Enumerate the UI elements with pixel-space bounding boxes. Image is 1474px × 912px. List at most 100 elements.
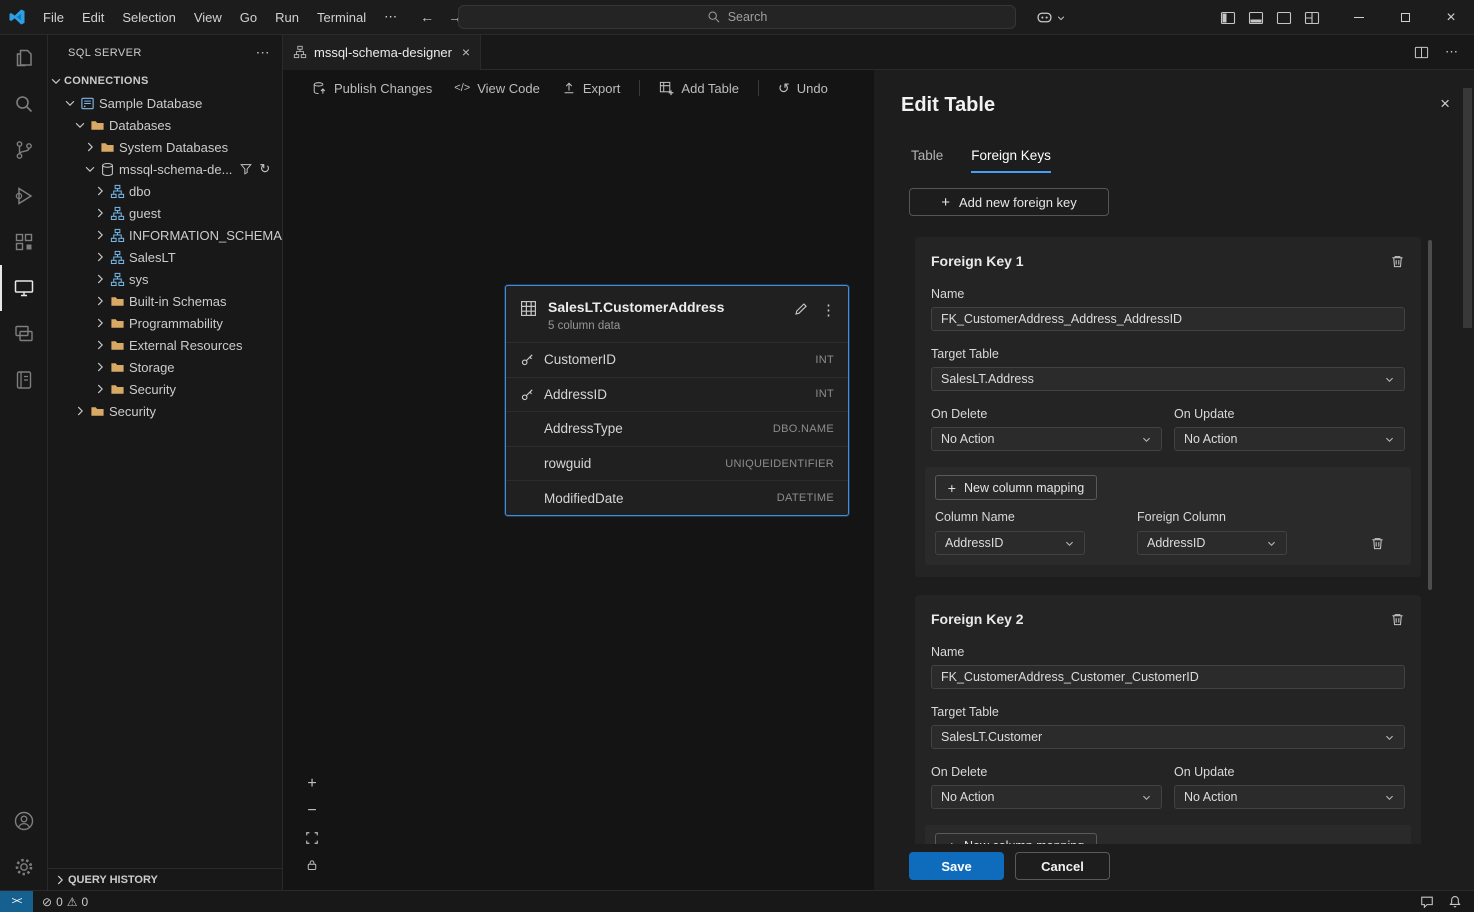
window-close-button[interactable]: × [1428,0,1474,35]
tree-item-security-db[interactable]: Security [48,378,282,400]
nav-back-icon[interactable]: ← [420,9,434,25]
tree-item-storage[interactable]: Storage [48,356,282,378]
target-table-select[interactable]: SalesLT.Address [931,367,1405,391]
table-row[interactable]: AddressID INT [506,377,848,412]
notebooks-icon[interactable] [0,357,47,403]
tab-close-icon[interactable]: × [462,44,470,60]
source-control-icon[interactable] [0,127,47,173]
settings-gear-icon[interactable] [0,844,47,890]
search-view-icon[interactable] [0,81,47,127]
table-node-kebab-icon[interactable]: ⋮ [821,301,836,319]
sql-server-view-icon[interactable] [0,265,47,311]
target-table-select[interactable]: SalesLT.Customer [931,725,1405,749]
new-column-mapping-button[interactable]: + New column mapping [935,475,1097,500]
tree-item-sys[interactable]: sys [48,268,282,290]
sidebar-more-actions-icon[interactable]: ⋯ [256,44,270,61]
explorer-icon[interactable] [0,35,47,81]
on-update-select[interactable]: No Action [1174,427,1405,451]
toggle-panel-icon[interactable] [1248,10,1264,26]
filter-icon[interactable] [239,162,253,176]
table-node-customeraddress[interactable]: SalesLT.CustomerAddress 5 column data ⋮ … [505,285,849,516]
menu-terminal[interactable]: Terminal [308,10,375,25]
chevron-down-icon [1056,13,1066,23]
toggle-secondary-sidebar-icon[interactable] [1276,10,1292,26]
menu-more[interactable]: ⋯ [375,9,406,25]
section-query-history[interactable]: QUERY HISTORY [48,868,282,890]
feedback-icon[interactable] [1420,895,1434,909]
on-update-select[interactable]: No Action [1174,785,1405,809]
window-maximize-button[interactable] [1382,0,1428,35]
edit-table-pencil-icon[interactable] [793,301,809,317]
delete-foreign-key-icon[interactable] [1390,612,1405,627]
table-row[interactable]: CustomerID INT [506,342,848,377]
table-row[interactable]: rowguid UNIQUEIDENTIFIER [506,446,848,481]
panel-inner-scrollbar[interactable] [1428,240,1432,590]
menu-file[interactable]: File [34,10,73,25]
diagram-canvas[interactable]: SalesLT.CustomerAddress 5 column data ⋮ … [283,106,874,890]
column-name-select[interactable]: AddressID [935,531,1085,555]
zoom-out-button[interactable]: − [303,802,321,820]
toggle-sidebar-icon[interactable] [1220,10,1236,26]
zoom-in-button[interactable]: + [303,775,321,793]
table-row[interactable]: ModifiedDate DATETIME [506,480,848,515]
customize-layout-icon[interactable] [1304,10,1320,26]
panel-outer-scrollbar[interactable] [1463,88,1472,328]
tab-mssql-schema-designer[interactable]: mssql-schema-designer × [283,35,481,70]
tree-item-mssql-schema-database[interactable]: mssql-schema-de... ↻ [48,158,282,180]
editor-more-actions-icon[interactable]: ⋯ [1445,44,1458,60]
panel-close-icon[interactable]: × [1440,94,1450,114]
fk-name-input[interactable] [931,307,1405,331]
table-node-header[interactable]: SalesLT.CustomerAddress 5 column data ⋮ [506,286,848,342]
window-minimize-button[interactable] [1336,0,1382,35]
run-debug-icon[interactable] [0,173,47,219]
tab-foreign-keys[interactable]: Foreign Keys [971,148,1051,173]
fk-name-input[interactable] [931,665,1405,689]
section-connections[interactable]: CONNECTIONS [48,70,282,92]
remote-explorer-icon[interactable] [0,311,47,357]
tree-item-security-server[interactable]: Security [48,400,282,422]
menu-run[interactable]: Run [266,10,308,25]
notifications-bell-icon[interactable] [1448,895,1462,909]
tree-item-sample-database[interactable]: Sample Database [48,92,282,114]
publish-changes-button[interactable]: Publish Changes [301,74,443,102]
command-center-search[interactable]: Search [458,5,1016,29]
tree-item-guest[interactable]: guest [48,202,282,224]
remote-indicator[interactable]: >< [0,891,33,912]
menu-selection[interactable]: Selection [113,10,184,25]
tree-item-built-in-schemas[interactable]: Built-in Schemas [48,290,282,312]
add-new-foreign-key-button[interactable]: + Add new foreign key [909,188,1109,216]
delete-foreign-key-icon[interactable] [1390,254,1405,269]
tab-table[interactable]: Table [911,148,943,173]
foreign-column-select[interactable]: AddressID [1137,531,1287,555]
table-row[interactable]: AddressType DBO.NAME [506,411,848,446]
undo-button[interactable]: ↺ Undo [767,74,839,102]
tree-item-information-schema[interactable]: INFORMATION_SCHEMA [48,224,282,246]
tree-item-programmability[interactable]: Programmability [48,312,282,334]
schema-icon [108,249,126,265]
new-column-mapping-button[interactable]: + New column mapping [935,833,1097,844]
menu-edit[interactable]: Edit [73,10,113,25]
on-delete-select[interactable]: No Action [931,785,1162,809]
extensions-icon[interactable] [0,219,47,265]
tree-item-databases[interactable]: Databases [48,114,282,136]
delete-mapping-icon[interactable] [1370,536,1385,551]
copilot-menu[interactable] [1036,0,1066,35]
tree-item-saleslt[interactable]: SalesLT [48,246,282,268]
menu-view[interactable]: View [185,10,231,25]
fit-view-icon[interactable] [303,829,321,847]
tree-item-system-databases[interactable]: System Databases [48,136,282,158]
accounts-icon[interactable] [0,798,47,844]
tree-item-external-resources[interactable]: External Resources [48,334,282,356]
refresh-icon[interactable]: ↻ [259,161,270,177]
export-button[interactable]: Export [551,74,632,102]
lock-icon[interactable] [303,856,321,874]
view-code-button[interactable]: </> View Code [443,74,551,102]
save-button[interactable]: Save [909,852,1004,880]
on-delete-select[interactable]: No Action [931,427,1162,451]
split-editor-icon[interactable] [1414,45,1429,60]
problems-indicator[interactable]: ⊘ 0 ⚠ 0 [42,895,88,909]
menu-go[interactable]: Go [231,10,266,25]
tree-item-dbo[interactable]: dbo [48,180,282,202]
add-table-button[interactable]: Add Table [648,74,750,102]
cancel-button[interactable]: Cancel [1015,852,1110,880]
